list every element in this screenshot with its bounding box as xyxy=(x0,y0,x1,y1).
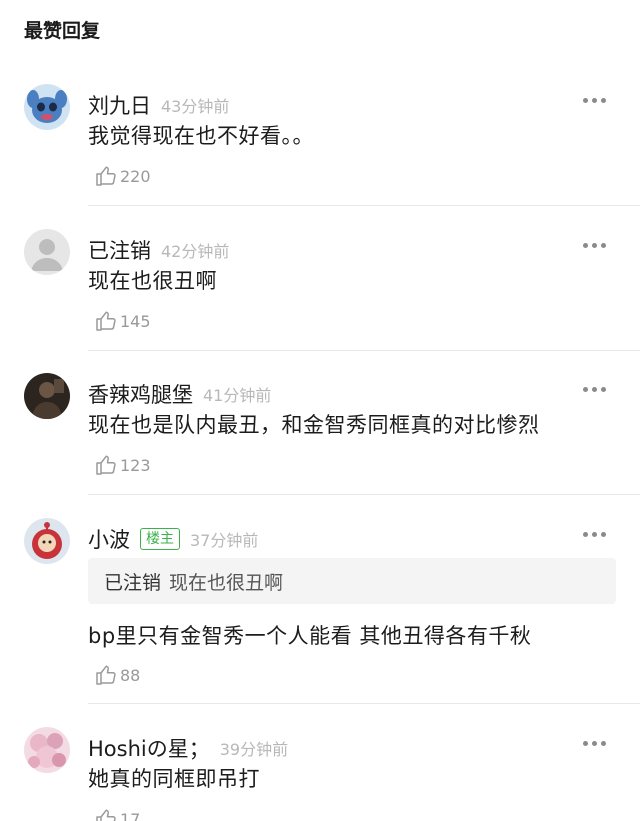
timestamp: 39分钟前 xyxy=(220,736,288,760)
divider xyxy=(88,494,640,495)
like-count: 88 xyxy=(120,666,140,685)
section-title: 最赞回复 xyxy=(24,16,100,43)
timestamp: 43分钟前 xyxy=(161,93,229,117)
teletubby-avatar-icon xyxy=(24,518,70,564)
like-button[interactable]: 88 xyxy=(94,663,140,687)
divider xyxy=(88,703,640,704)
thumbs-up-icon xyxy=(94,309,118,333)
comment-header: 香辣鸡腿堡 41分钟前 xyxy=(88,379,271,409)
like-count: 17 xyxy=(120,810,140,821)
default-user-icon xyxy=(24,229,70,275)
divider xyxy=(88,350,640,351)
more-options-icon[interactable] xyxy=(583,741,606,746)
comment-text: 她真的同框即吊打 xyxy=(88,763,260,793)
like-button[interactable]: 145 xyxy=(94,309,151,333)
timestamp: 37分钟前 xyxy=(190,527,258,551)
avatar[interactable] xyxy=(24,229,70,275)
stitch-avatar-icon xyxy=(24,84,70,130)
comment-text: 现在也是队内最丑，和金智秀同框真的对比惨烈 xyxy=(88,409,540,439)
like-count: 220 xyxy=(120,167,151,186)
comment-header: 小波 楼主 37分钟前 xyxy=(88,524,258,554)
quoted-text: 现在也很丑啊 xyxy=(169,568,283,595)
like-button[interactable]: 220 xyxy=(94,164,151,188)
comment-header: 刘九日 43分钟前 xyxy=(88,90,229,120)
avatar[interactable] xyxy=(24,727,70,773)
more-options-icon[interactable] xyxy=(583,98,606,103)
username[interactable]: 小波 xyxy=(88,524,130,554)
quoted-username: 已注销 xyxy=(104,568,161,595)
quoted-reply[interactable]: 已注销 现在也很丑啊 xyxy=(88,558,616,604)
comment-header: 已注销 42分钟前 xyxy=(88,235,229,265)
thumbs-up-icon xyxy=(94,453,118,477)
like-count: 145 xyxy=(120,312,151,331)
avatar[interactable] xyxy=(24,518,70,564)
divider xyxy=(88,205,640,206)
username[interactable]: Hoshiの星； xyxy=(88,733,210,763)
timestamp: 41分钟前 xyxy=(203,382,271,406)
username[interactable]: 刘九日 xyxy=(88,90,151,120)
comment-text: 我觉得现在也不好看。。 xyxy=(88,120,314,150)
more-options-icon[interactable] xyxy=(583,387,606,392)
like-count: 123 xyxy=(120,456,151,475)
comment-text: 现在也很丑啊 xyxy=(88,265,217,295)
pink-avatar-icon xyxy=(24,727,70,773)
timestamp: 42分钟前 xyxy=(161,238,229,262)
comment-page: 最赞回复 刘九日 43分钟前 我觉得现在也不好看。。 220 xyxy=(0,0,640,821)
thumbs-up-icon xyxy=(94,164,118,188)
comment-header: Hoshiの星； 39分钟前 xyxy=(88,733,288,763)
like-button[interactable]: 123 xyxy=(94,453,151,477)
thumbs-up-icon xyxy=(94,663,118,687)
more-options-icon[interactable] xyxy=(583,532,606,537)
thumbs-up-icon xyxy=(94,807,118,821)
username[interactable]: 已注销 xyxy=(88,235,151,265)
op-badge: 楼主 xyxy=(140,528,180,550)
username[interactable]: 香辣鸡腿堡 xyxy=(88,379,193,409)
like-button[interactable]: 17 xyxy=(94,807,140,821)
avatar[interactable] xyxy=(24,373,70,419)
avatar[interactable] xyxy=(24,84,70,130)
comment-text: bp里只有金智秀一个人能看 其他丑得各有千秋 xyxy=(88,620,531,650)
photo-avatar-icon xyxy=(24,373,70,419)
more-options-icon[interactable] xyxy=(583,243,606,248)
